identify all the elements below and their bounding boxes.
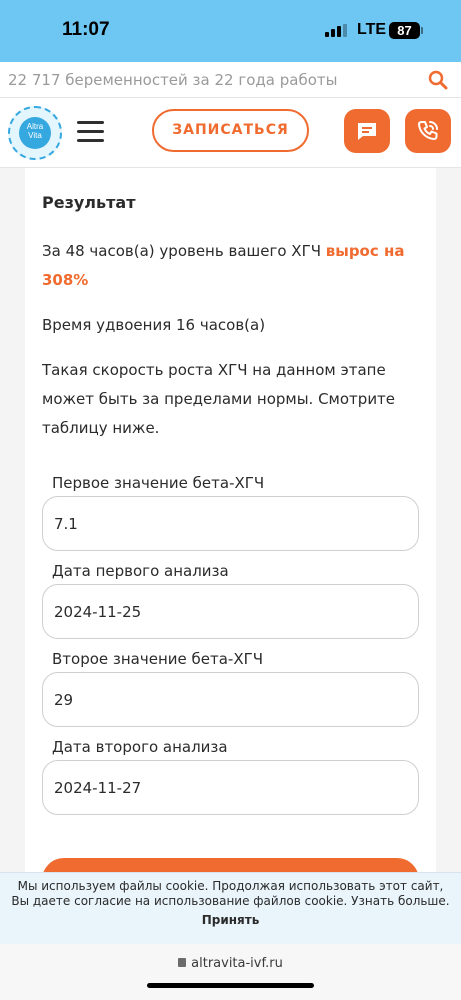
result-summary: За 48 часов(а) уровень вашего ХГЧ вырос … [42,237,422,295]
status-time: 11:07 [62,19,110,40]
cookie-banner: Мы используем файлы cookie. Продолжая ис… [0,872,461,944]
url-text: altravita-ivf.ru [191,956,283,971]
cookie-text: Мы используем файлы cookie. Продолжая ис… [11,879,450,908]
battery-icon: 87 [389,22,420,39]
network-type: LTE [357,21,387,38]
browser-bar: altravita-ivf.ru [0,944,461,1000]
first-date-input[interactable] [42,584,419,639]
site-header: Altra Vita ЗАПИСАТЬСЯ [0,98,461,168]
altravita-logo[interactable]: Altra Vita [8,106,62,160]
second-value-label: Второе значение бета-ХГЧ [52,650,264,668]
search-icon[interactable] [428,70,448,90]
second-date-label: Дата второго анализа [52,738,228,756]
first-value-input[interactable] [42,496,419,551]
result-prefix: За 48 часов(а) уровень вашего ХГЧ [42,242,326,260]
second-date-input[interactable] [42,760,419,815]
signal-icon [325,24,347,37]
phone-icon [418,121,438,140]
second-value-input[interactable] [42,672,419,727]
logo-text: Altra Vita [19,117,51,149]
chat-button[interactable] [344,109,390,153]
cookie-accept-button[interactable]: Принять [202,913,260,927]
home-indicator[interactable] [147,983,314,988]
lock-icon [178,958,187,967]
search-placeholder: 22 717 беременностей за 22 года работы [8,71,338,89]
menu-icon[interactable] [77,121,104,143]
battery-tip [421,27,423,34]
first-value-label: Первое значение бета-ХГЧ [52,474,265,492]
result-title: Результат [42,193,136,212]
first-date-label: Дата первого анализа [52,562,229,580]
result-note: Такая скорость роста ХГЧ на данном этапе… [42,361,396,437]
search-bar[interactable]: 22 717 беременностей за 22 года работы [0,62,461,98]
call-button[interactable] [405,109,451,153]
address-bar[interactable]: altravita-ivf.ru [0,956,461,971]
chat-icon [358,123,376,140]
book-appointment-button[interactable]: ЗАПИСАТЬСЯ [152,109,309,152]
status-bar: 11:07 LTE 87 [0,0,461,62]
logo-line-2: Vita [28,130,42,140]
doubling-time: Время удвоения 16 часов(а) [42,316,266,334]
